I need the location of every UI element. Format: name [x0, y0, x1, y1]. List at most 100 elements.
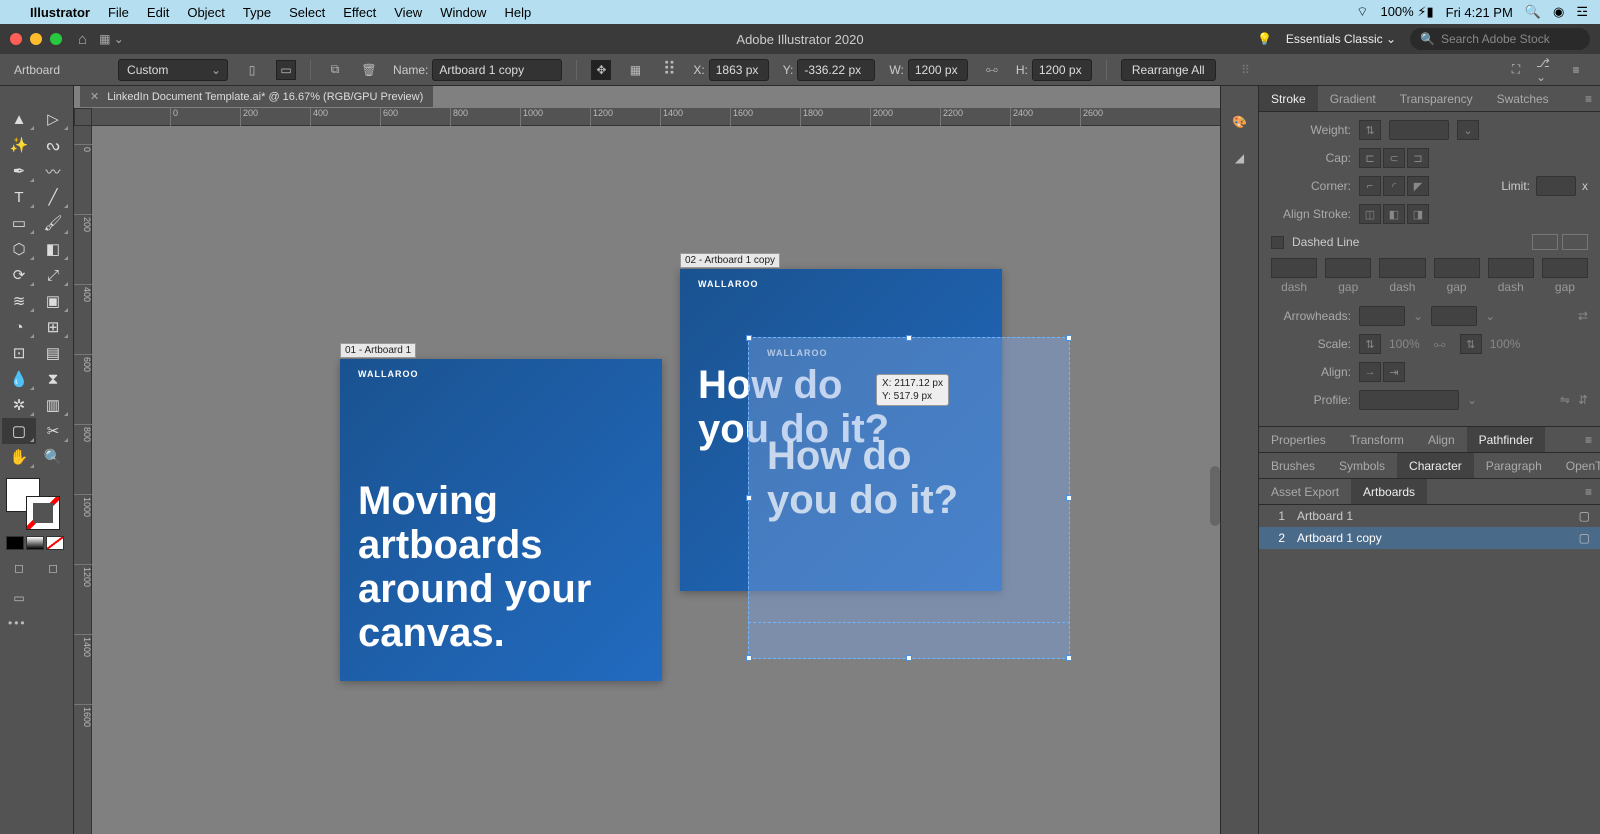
stroke-weight-input[interactable] — [1389, 120, 1449, 140]
close-tab-icon[interactable]: ✕ — [90, 90, 99, 103]
direct-selection-tool[interactable]: ▷ — [36, 106, 70, 132]
artboard-options-icon[interactable]: ▢ — [1579, 509, 1590, 523]
corner-miter-icon[interactable]: ⌐ — [1359, 176, 1381, 196]
ruler-vertical[interactable]: 0 200 400 600 800 1000 1200 1400 1600 — [74, 126, 92, 834]
rotate-tool[interactable]: ⟳ — [2, 262, 36, 288]
artboard-tool[interactable]: ▢ — [2, 418, 36, 444]
panel-menu-icon[interactable]: ≡ — [1577, 86, 1600, 111]
magic-wand-tool[interactable]: ✨ — [2, 132, 36, 158]
rectangle-tool[interactable]: ▭ — [2, 210, 36, 236]
lasso-tool[interactable]: ᔓ — [36, 132, 70, 158]
fill-stroke-swatches[interactable] — [2, 478, 70, 530]
stroke-swatch[interactable] — [26, 496, 60, 530]
panel-menu-icon-3[interactable]: ≡ — [1577, 479, 1600, 504]
tab-symbols[interactable]: Symbols — [1327, 453, 1397, 478]
expand-icon[interactable]: ⛶ — [1506, 60, 1526, 80]
weight-stepper[interactable]: ⇅ — [1359, 120, 1381, 140]
doc-layout-switcher[interactable]: ▦ ⌄ — [99, 32, 124, 46]
panel-menu-icon-2[interactable]: ≡ — [1577, 427, 1600, 452]
scale-tool[interactable]: ⤢ — [36, 262, 70, 288]
reference-point-icon[interactable]: ▦ — [625, 60, 645, 80]
menu-select[interactable]: Select — [289, 5, 325, 20]
maximize-window-button[interactable] — [50, 33, 62, 45]
symbol-sprayer-tool[interactable]: ✲ — [2, 392, 36, 418]
menu-file[interactable]: File — [108, 5, 129, 20]
tab-properties[interactable]: Properties — [1259, 427, 1338, 452]
none-mode-icon[interactable] — [46, 536, 64, 550]
tab-brushes[interactable]: Brushes — [1259, 453, 1327, 478]
color-mode-icon[interactable] — [6, 536, 24, 550]
zoom-tool[interactable]: 🔍 — [36, 444, 70, 470]
tab-stroke[interactable]: Stroke — [1259, 86, 1318, 111]
gap-input-3[interactable] — [1542, 258, 1588, 278]
free-transform-tool[interactable]: ▣ — [36, 288, 70, 314]
artboard-row-2[interactable]: 2 Artboard 1 copy ▢ — [1259, 527, 1600, 549]
arrow-place-icon[interactable]: ⇥ — [1383, 362, 1405, 382]
tab-artboards[interactable]: Artboards — [1351, 479, 1427, 504]
menu-type[interactable]: Type — [243, 5, 271, 20]
ruler-horizontal[interactable]: 0 200 400 600 800 1000 1200 1400 1600 18… — [92, 108, 1220, 126]
artboard-options-icon[interactable]: ⠿ — [1236, 60, 1256, 80]
cap-projecting-icon[interactable]: ⊐ — [1407, 148, 1429, 168]
menu-list-icon[interactable]: ☲ — [1576, 4, 1588, 20]
handle-right[interactable] — [1066, 495, 1072, 501]
dash-input-3[interactable] — [1488, 258, 1534, 278]
swap-arrowheads-icon[interactable]: ⇄ — [1578, 309, 1588, 323]
cap-butt-icon[interactable]: ⊏ — [1359, 148, 1381, 168]
line-tool[interactable]: ╱ — [36, 184, 70, 210]
artboard-1[interactable]: 01 - Artboard 1 WALLAROO Moving artboard… — [340, 359, 662, 681]
link-wh-icon[interactable]: ⧟ — [982, 60, 1002, 80]
align-center-icon[interactable]: ◫ — [1359, 204, 1381, 224]
profile-input[interactable] — [1359, 390, 1459, 410]
rearrange-all-button[interactable]: Rearrange All — [1121, 59, 1216, 81]
gap-input-1[interactable] — [1325, 258, 1371, 278]
tab-transparency[interactable]: Transparency — [1388, 86, 1485, 111]
tab-pathfinder[interactable]: Pathfinder — [1467, 427, 1546, 452]
cb-preset-dropdown[interactable]: Custom — [118, 59, 228, 81]
cb-name-input[interactable]: Artboard 1 copy — [432, 59, 562, 81]
tab-opentype[interactable]: OpenType — [1554, 453, 1600, 478]
lightbulb-icon[interactable]: 💡 — [1257, 32, 1272, 46]
type-tool[interactable]: T — [2, 184, 36, 210]
handle-top-left[interactable] — [746, 335, 752, 341]
width-tool[interactable]: ≋ — [2, 288, 36, 314]
weight-dropdown[interactable]: ⌄ — [1457, 120, 1479, 140]
dash-input-2[interactable] — [1379, 258, 1425, 278]
scale-end-stepper[interactable]: ⇅ — [1460, 334, 1482, 354]
tab-align[interactable]: Align — [1416, 427, 1467, 452]
screen-mode-icon[interactable]: ▭ — [2, 586, 36, 610]
eyedropper-tool[interactable]: 💧 — [2, 366, 36, 392]
artboard-options-icon-2[interactable]: ▢ — [1579, 531, 1590, 545]
blend-tool[interactable]: ⧗ — [36, 366, 70, 392]
workspace-dropdown[interactable]: Essentials Classic ⌄ — [1286, 32, 1396, 46]
move-copy-icon[interactable]: ✥ — [591, 60, 611, 80]
close-window-button[interactable] — [10, 33, 22, 45]
cap-round-icon[interactable]: ⊂ — [1383, 148, 1405, 168]
handle-bottom-right[interactable] — [1066, 655, 1072, 661]
dash-align-icon[interactable] — [1562, 234, 1588, 250]
dash-preserve-icon[interactable] — [1532, 234, 1558, 250]
flip-along-icon[interactable]: ⇋ — [1560, 393, 1570, 407]
scale-start-stepper[interactable]: ⇅ — [1359, 334, 1381, 354]
align-outside-icon[interactable]: ◨ — [1407, 204, 1429, 224]
hand-tool[interactable]: ✋ — [2, 444, 36, 470]
tab-asset-export[interactable]: Asset Export — [1259, 479, 1351, 504]
gradient-mode-icon[interactable] — [26, 536, 44, 550]
scrollbar-vertical[interactable] — [1210, 466, 1220, 526]
cb-y-input[interactable]: -336.22 px — [797, 59, 875, 81]
tab-character[interactable]: Character — [1397, 453, 1474, 478]
perspective-grid-tool[interactable]: ⊞ — [36, 314, 70, 340]
shape-builder-tool[interactable]: ◔ — [2, 314, 36, 340]
slice-tool[interactable]: ✂ — [36, 418, 70, 444]
dashed-line-checkbox[interactable] — [1271, 236, 1284, 249]
flip-across-icon[interactable]: ⇵ — [1578, 393, 1588, 407]
paintbrush-tool[interactable]: 🖌 — [36, 210, 70, 236]
draw-behind-icon[interactable]: ◻ — [36, 556, 70, 580]
cb-w-input[interactable]: 1200 px — [908, 59, 968, 81]
gap-input-2[interactable] — [1434, 258, 1480, 278]
arrowhead-start-input[interactable] — [1359, 306, 1405, 326]
pen-tool[interactable]: ✒ — [2, 158, 36, 184]
home-icon[interactable]: ⌂ — [78, 31, 87, 48]
tab-paragraph[interactable]: Paragraph — [1474, 453, 1554, 478]
menu-object[interactable]: Object — [187, 5, 225, 20]
